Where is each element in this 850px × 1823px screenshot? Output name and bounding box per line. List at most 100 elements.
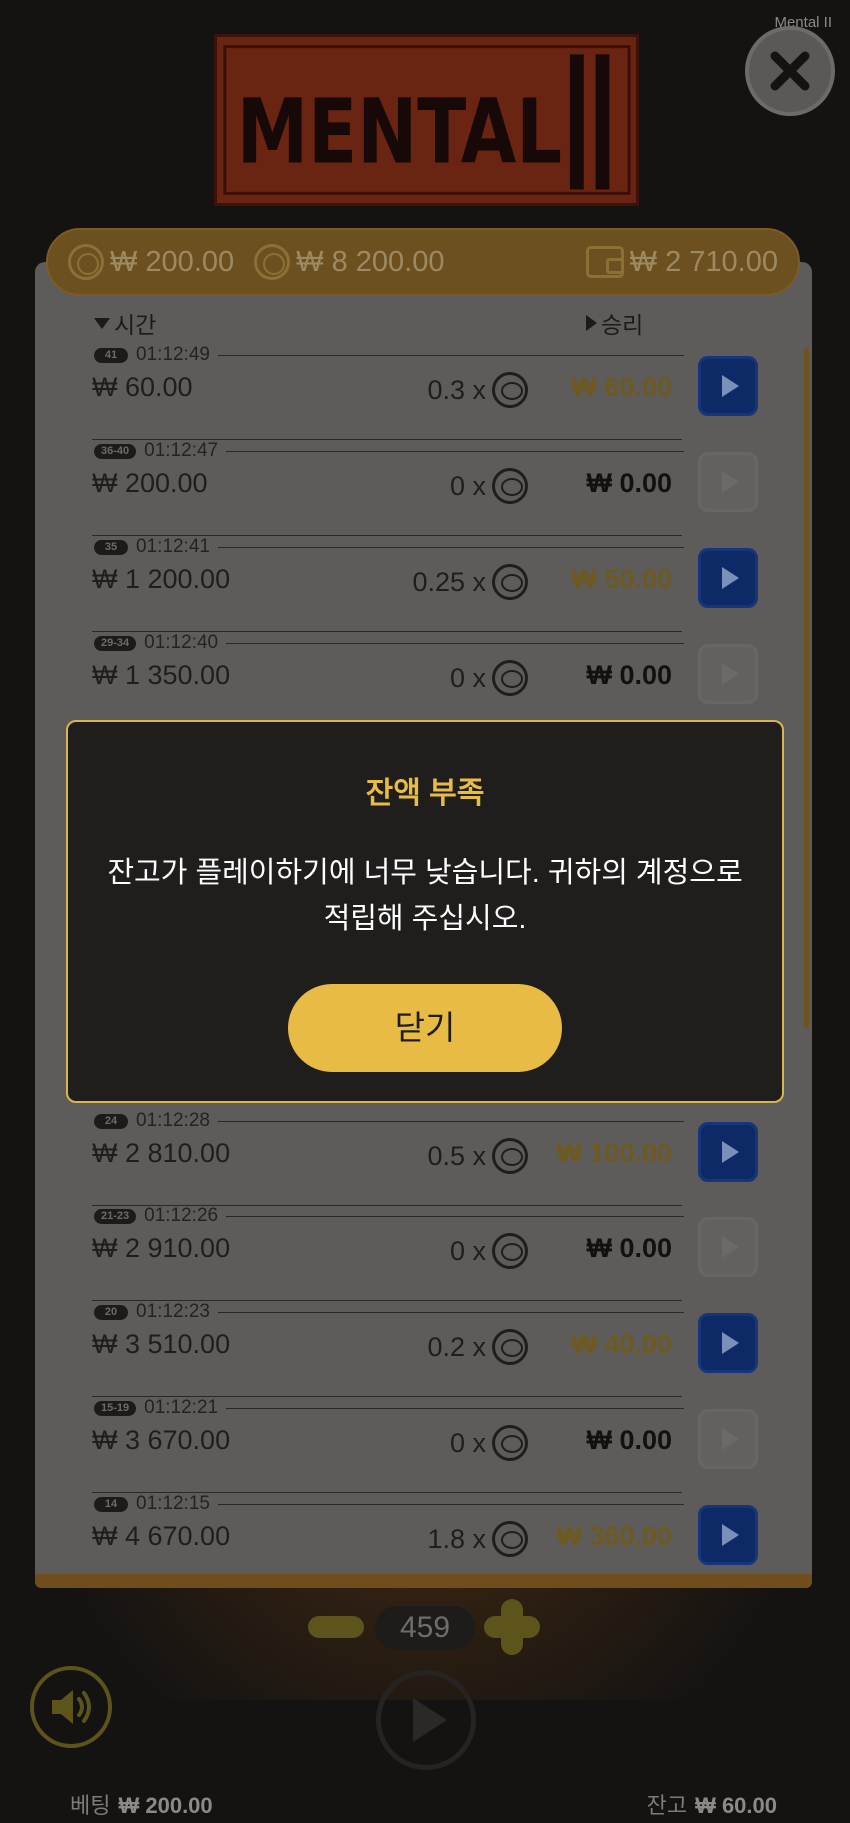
dialog-title: 잔액 부족 xyxy=(365,777,485,810)
history-row: 15-19 01:12:21 ₩ 3 670.00 0 x ₩ 0.00 xyxy=(92,1397,758,1493)
replay-button-disabled xyxy=(698,1217,758,1277)
replay-button[interactable] xyxy=(698,1313,758,1373)
row-bet: ₩ 2 910.00 xyxy=(92,1233,231,1263)
bet-label: 베팅 xyxy=(70,1793,111,1818)
row-bet: ₩ 3 510.00 xyxy=(92,1329,231,1359)
play-icon xyxy=(722,567,739,589)
dialog-message: 잔고가 플레이하기에 너무 낮습니다. 귀하의 계정으로 적립해 주십시오. xyxy=(107,857,743,935)
row-win: ₩ 40.00 xyxy=(571,1329,672,1359)
balance-label: 잔고 xyxy=(646,1793,688,1818)
spin-button[interactable] xyxy=(376,1670,476,1770)
footer-bet: 베팅 ₩ 200.00 xyxy=(70,1788,213,1820)
close-game-button[interactable] xyxy=(745,26,835,116)
total-amount: ₩ 8 200.00 xyxy=(254,244,444,280)
history-scrollbar[interactable] xyxy=(804,348,809,1028)
replay-button[interactable] xyxy=(698,548,758,608)
round-time: 01:12:40 xyxy=(144,632,219,653)
bet-amount: ₩ 200.00 xyxy=(68,244,234,280)
row-bet: ₩ 4 670.00 xyxy=(92,1521,231,1551)
replay-button[interactable] xyxy=(698,1122,758,1182)
history-row: 35 01:12:41 ₩ 1 200.00 0.25 x ₩ 50.00 xyxy=(92,536,758,632)
row-bet: ₩ 1 200.00 xyxy=(92,564,231,594)
row-bet: ₩ 3 670.00 xyxy=(92,1425,231,1455)
round-time: 01:12:28 xyxy=(136,1110,210,1131)
dialog-close-button[interactable]: 닫기 xyxy=(288,984,562,1072)
row-multiplier: 0.2 x xyxy=(427,1329,528,1365)
coin-icon xyxy=(492,372,528,408)
round-counter: 459 xyxy=(375,1606,475,1650)
row-win: ₩ 0.00 xyxy=(586,1425,672,1455)
coins-icon xyxy=(254,244,291,280)
sound-toggle-button[interactable] xyxy=(30,1666,112,1748)
wallet-icon xyxy=(585,246,624,278)
coin-icon xyxy=(492,468,528,504)
play-icon xyxy=(722,663,739,685)
sort-by-win-header[interactable]: 승리 xyxy=(586,306,643,340)
game-logo: MENTAL xyxy=(214,34,639,206)
play-icon xyxy=(722,1332,739,1354)
footer-balance: 잔고 ₩ 60.00 xyxy=(647,1788,777,1820)
round-time: 01:12:26 xyxy=(144,1205,219,1226)
round-time: 01:12:23 xyxy=(136,1301,210,1322)
row-win: ₩ 360.00 xyxy=(556,1521,672,1551)
coin-icon xyxy=(492,564,528,600)
row-multiplier: 0 x xyxy=(450,1425,528,1461)
row-bet: ₩ 60.00 xyxy=(92,372,193,402)
row-multiplier: 0 x xyxy=(450,660,528,696)
replay-button-disabled xyxy=(698,644,758,704)
close-icon xyxy=(770,51,810,91)
row-bet: ₩ 2 810.00 xyxy=(92,1138,231,1168)
row-win: ₩ 100.00 xyxy=(556,1138,672,1168)
round-time: 01:12:47 xyxy=(144,440,219,461)
history-row: 36-40 01:12:47 ₩ 200.00 0 x ₩ 0.00 xyxy=(92,440,758,536)
decrease-button[interactable] xyxy=(308,1616,364,1638)
round-time: 01:12:21 xyxy=(144,1397,219,1418)
time-column-label: 시간 xyxy=(114,312,157,338)
balance-value: ₩ 60.00 xyxy=(695,1793,777,1818)
round-badge: 15-19 xyxy=(94,1400,137,1416)
play-icon xyxy=(413,1698,447,1742)
play-icon xyxy=(722,471,739,493)
sort-by-time-header[interactable]: 시간 xyxy=(94,306,156,340)
play-icon xyxy=(722,1141,739,1163)
increase-button-vertical[interactable] xyxy=(501,1599,523,1655)
row-multiplier: 0.5 x xyxy=(427,1138,528,1174)
row-multiplier: 0.25 x xyxy=(412,564,528,600)
round-badge: 21-23 xyxy=(94,1208,137,1224)
round-badge: 24 xyxy=(94,1113,128,1129)
row-bet: ₩ 200.00 xyxy=(92,468,208,498)
history-row: 21-23 01:12:26 ₩ 2 910.00 0 x ₩ 0.00 xyxy=(92,1205,758,1301)
history-row: 20 01:12:23 ₩ 3 510.00 0.2 x ₩ 40.00 xyxy=(92,1301,758,1397)
wallet-amount-value: ₩ 2 710.00 xyxy=(629,245,778,278)
sort-down-icon xyxy=(94,317,110,329)
bet-amount-value: ₩ 200.00 xyxy=(110,245,235,278)
bet-value: ₩ 200.00 xyxy=(118,1793,213,1818)
win-column-label: 승리 xyxy=(601,312,644,338)
row-win: ₩ 60.00 xyxy=(571,372,672,402)
play-icon xyxy=(722,1524,739,1546)
replay-button[interactable] xyxy=(698,1505,758,1565)
round-badge: 29-34 xyxy=(94,635,137,651)
round-badge: 14 xyxy=(94,1496,128,1512)
play-icon xyxy=(722,375,739,397)
history-row: 29-34 01:12:40 ₩ 1 350.00 0 x ₩ 0.00 xyxy=(92,632,758,728)
row-win: ₩ 50.00 xyxy=(571,564,672,594)
coin-icon xyxy=(492,1233,528,1269)
coin-icon xyxy=(68,244,104,280)
coin-icon xyxy=(492,1521,528,1557)
round-badge: 36-40 xyxy=(94,443,137,459)
replay-button-disabled xyxy=(698,452,758,512)
row-multiplier: 0 x xyxy=(450,468,528,504)
coin-icon xyxy=(492,1138,528,1174)
sort-right-icon xyxy=(586,315,597,331)
round-badge: 20 xyxy=(94,1304,128,1320)
round-badge: 35 xyxy=(94,539,128,555)
coin-icon xyxy=(492,1329,528,1365)
row-win: ₩ 0.00 xyxy=(586,1233,672,1263)
row-multiplier: 0 x xyxy=(450,1233,528,1269)
round-badge: 41 xyxy=(94,347,128,363)
round-time: 01:12:41 xyxy=(136,536,210,557)
replay-button[interactable] xyxy=(698,356,758,416)
svg-text:MENTAL: MENTAL xyxy=(237,81,562,184)
balance-bar: ₩ 200.00 ₩ 8 200.00 ₩ 2 710.00 xyxy=(46,228,800,296)
